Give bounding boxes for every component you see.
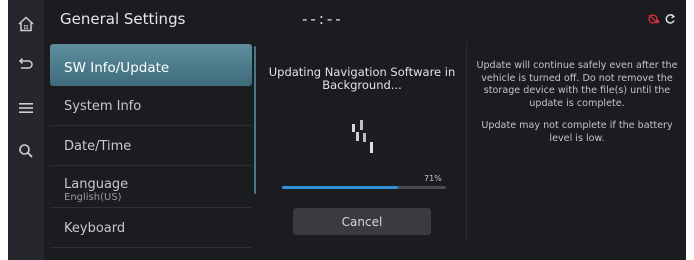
sync-status-icon xyxy=(664,10,676,29)
menu-item-keyboard[interactable]: Keyboard xyxy=(50,208,252,248)
status-icons xyxy=(648,10,676,29)
menu-item-label: System Info xyxy=(64,99,142,114)
settings-menu: SW Info/Update System Info Date/Time Lan… xyxy=(50,42,252,260)
loading-spinner-icon xyxy=(344,120,380,164)
panel-divider xyxy=(466,42,467,242)
search-icon xyxy=(17,142,35,160)
screen: General Settings --:-- SW Info/Update Sy… xyxy=(8,0,686,260)
menu-item-language[interactable]: Language English(US) xyxy=(50,166,252,208)
back-icon xyxy=(17,56,35,74)
icon-rail xyxy=(8,0,44,260)
cancel-button[interactable]: Cancel xyxy=(293,208,431,235)
page-title: General Settings xyxy=(60,10,186,28)
menu-item-date-time[interactable]: Date/Time xyxy=(50,126,252,166)
update-info: Update will continue safely even after t… xyxy=(474,60,680,145)
menu-item-system-info[interactable]: System Info xyxy=(50,86,252,126)
back-button[interactable] xyxy=(8,48,44,82)
menu-item-sw-info-update[interactable]: SW Info/Update xyxy=(50,44,252,86)
menu-item-sublabel: English(US) xyxy=(64,192,122,203)
mute-status-icon xyxy=(648,10,660,29)
menu-item-label: Language xyxy=(64,177,129,192)
header-bar: General Settings --:-- xyxy=(44,0,686,42)
progress-percent: 71% xyxy=(424,174,442,183)
update-status-title: Updating Navigation Software in Backgrou… xyxy=(268,65,456,92)
progress-bar xyxy=(282,186,446,189)
update-progress-panel: Updating Navigation Software in Backgrou… xyxy=(260,42,464,260)
menu-item-label: SW Info/Update xyxy=(64,60,170,76)
home-button[interactable] xyxy=(8,7,44,41)
menu-scrollbar[interactable] xyxy=(254,46,256,194)
clock: --:-- xyxy=(302,10,344,28)
progress-bar-fill xyxy=(282,186,399,189)
menu-item-label: Keyboard xyxy=(64,221,126,236)
menu-button[interactable] xyxy=(8,91,44,125)
search-button[interactable] xyxy=(8,134,44,168)
menu-item-label: Date/Time xyxy=(64,139,132,154)
menu-icon xyxy=(17,99,35,117)
home-icon xyxy=(17,15,35,33)
info-paragraph: Update may not complete if the battery l… xyxy=(481,120,673,144)
info-paragraph: Update will continue safely even after t… xyxy=(476,60,678,109)
